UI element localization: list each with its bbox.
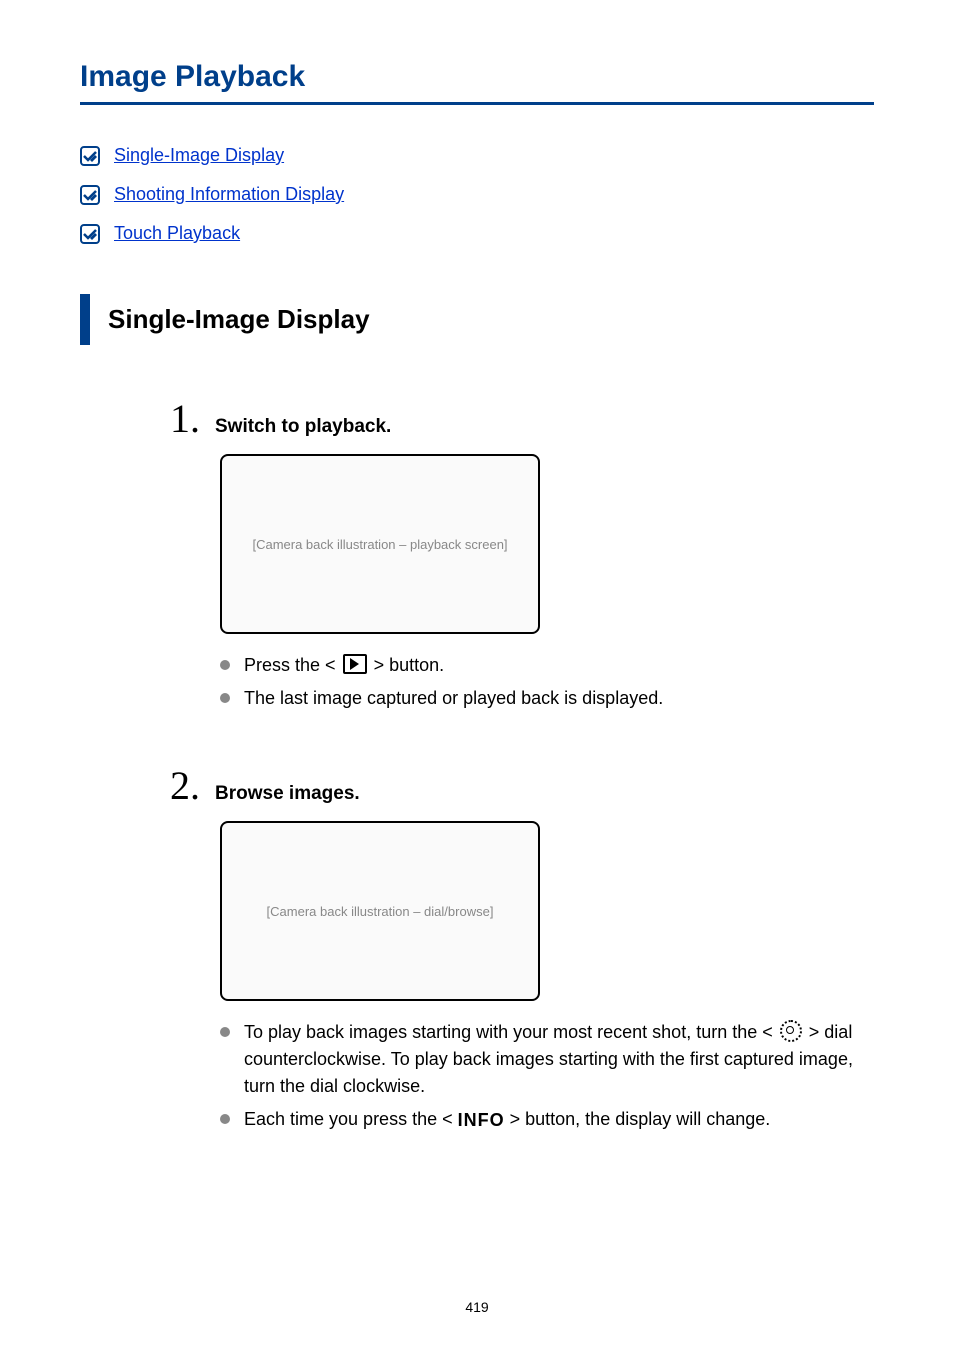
step-number: 2. <box>170 762 215 809</box>
step-2: 2. Browse images. [Camera back illustrat… <box>80 762 874 1134</box>
bullet-icon <box>220 1027 230 1037</box>
list-item: To play back images starting with your m… <box>220 1019 874 1100</box>
link-icon <box>80 146 100 166</box>
toc-item: Touch Playback <box>80 223 874 244</box>
text-fragment: Press the < <box>244 655 341 675</box>
section-heading: Single-Image Display <box>108 304 370 335</box>
step-2-bullet-list: To play back images starting with your m… <box>220 1019 874 1134</box>
list-item: Press the < > button. <box>220 652 874 679</box>
list-item-text: To play back images starting with your m… <box>244 1019 874 1100</box>
toc-link-touch-playback[interactable]: Touch Playback <box>114 223 240 244</box>
text-fragment: To play back images starting with your m… <box>244 1022 778 1042</box>
section-heading-bar: Single-Image Display <box>80 294 874 345</box>
step-title: Switch to playback. <box>215 416 391 438</box>
title-underline <box>80 102 874 105</box>
bullet-icon <box>220 693 230 703</box>
list-item-text: The last image captured or played back i… <box>244 685 663 712</box>
step-1: 1. Switch to playback. [Camera back illu… <box>80 395 874 712</box>
list-item: Each time you press the < INFO > button,… <box>220 1106 874 1134</box>
table-of-contents: Single-Image Display Shooting Informatio… <box>80 145 874 244</box>
step-1-illustration: [Camera back illustration – playback scr… <box>220 454 540 634</box>
playback-button-icon <box>343 654 367 674</box>
step-1-bullet-list: Press the < > button. The last image cap… <box>220 652 874 712</box>
bullet-icon <box>220 660 230 670</box>
page-title: Image Playback <box>80 60 874 94</box>
text-fragment: > button, the display will change. <box>510 1109 771 1129</box>
step-2-illustration: [Camera back illustration – dial/browse] <box>220 821 540 1001</box>
toc-item: Single-Image Display <box>80 145 874 166</box>
link-icon <box>80 224 100 244</box>
info-button-icon: INFO <box>458 1110 505 1130</box>
page-number: 419 <box>0 1299 954 1315</box>
link-icon <box>80 185 100 205</box>
step-number: 1. <box>170 395 215 442</box>
toc-link-single-image-display[interactable]: Single-Image Display <box>114 145 284 166</box>
list-item-text: Each time you press the < INFO > button,… <box>244 1106 770 1134</box>
list-item: The last image captured or played back i… <box>220 685 874 712</box>
bullet-icon <box>220 1114 230 1124</box>
toc-item: Shooting Information Display <box>80 184 874 205</box>
text-fragment: > button. <box>374 655 445 675</box>
text-fragment: Each time you press the < <box>244 1109 458 1129</box>
list-item-text: Press the < > button. <box>244 652 444 679</box>
toc-link-shooting-information-display[interactable]: Shooting Information Display <box>114 184 344 205</box>
step-title: Browse images. <box>215 783 360 805</box>
heading-accent-bar <box>80 294 90 345</box>
quick-control-dial-icon <box>780 1020 802 1042</box>
